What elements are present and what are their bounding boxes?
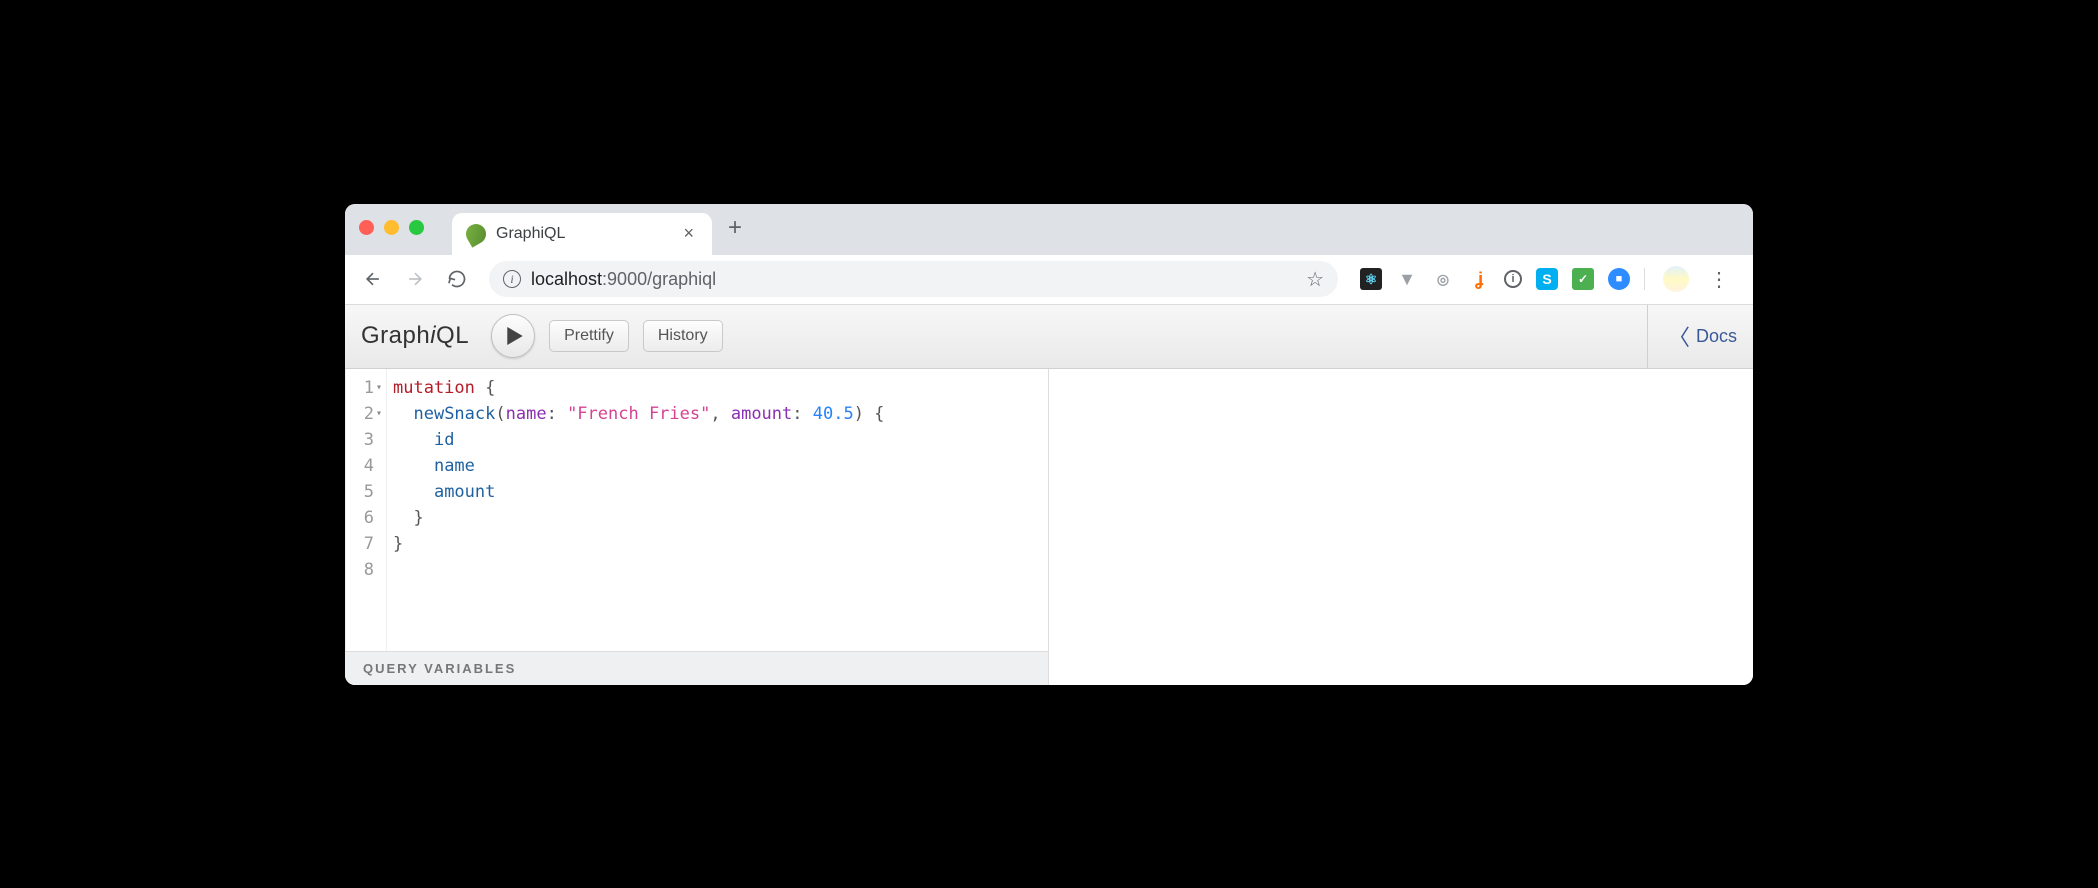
result-pane xyxy=(1049,369,1753,685)
line-number: 7 xyxy=(346,531,382,557)
info-extension-icon[interactable]: i xyxy=(1504,270,1522,288)
code-line: amount xyxy=(393,479,884,505)
graphiql-toolbar: GraphiQL Prettify History 〈 Docs xyxy=(345,305,1753,369)
code-line: mutation { xyxy=(393,375,884,401)
fold-icon[interactable]: ▾ xyxy=(376,375,382,401)
browser-menu-button[interactable]: ⋮ xyxy=(1703,267,1735,292)
browser-tab[interactable]: GraphiQL × xyxy=(452,213,712,255)
line-number: 5 xyxy=(346,479,382,505)
nav-back-button[interactable] xyxy=(357,263,389,295)
chevron-left-icon: 〈 xyxy=(1668,320,1690,352)
docs-toggle[interactable]: 〈 Docs xyxy=(1647,305,1737,368)
hook-icon[interactable]: ʝ xyxy=(1468,268,1490,290)
editor-split: 1▾2▾3 4 5 6 7 8 mutation { newSnack(name… xyxy=(345,369,1753,685)
code-line xyxy=(393,557,884,583)
extensions-tray: ⚛ ▼ ◎ ʝ i S ✓ ■ ⋮ xyxy=(1354,266,1741,292)
window-minimize-button[interactable] xyxy=(384,220,399,235)
traffic-lights xyxy=(359,220,424,235)
fold-icon[interactable]: ▾ xyxy=(376,401,382,427)
adguard-icon[interactable]: ✓ xyxy=(1572,268,1594,290)
skype-icon[interactable]: S xyxy=(1536,268,1558,290)
extension-icon[interactable]: ◎ xyxy=(1432,268,1454,290)
window-close-button[interactable] xyxy=(359,220,374,235)
line-number: 1▾ xyxy=(346,375,382,401)
line-number: 8 xyxy=(346,557,382,583)
window-zoom-button[interactable] xyxy=(409,220,424,235)
line-number: 2▾ xyxy=(346,401,382,427)
vue-devtools-icon[interactable]: ▼ xyxy=(1396,268,1418,290)
bookmark-star-icon[interactable]: ☆ xyxy=(1306,267,1324,292)
tab-title: GraphiQL xyxy=(496,225,669,243)
line-number: 3 xyxy=(346,427,382,453)
code-line: newSnack(name: "French Fries", amount: 4… xyxy=(393,401,884,427)
site-info-icon[interactable]: i xyxy=(503,270,521,288)
query-editor-pane: 1▾2▾3 4 5 6 7 8 mutation { newSnack(name… xyxy=(345,369,1049,685)
address-bar-row: i localhost:9000/graphiql ☆ ⚛ ▼ ◎ ʝ i S … xyxy=(345,255,1753,305)
nav-forward-button[interactable] xyxy=(399,263,431,295)
reload-icon xyxy=(447,269,467,289)
code-content[interactable]: mutation { newSnack(name: "French Fries"… xyxy=(387,369,892,651)
omnibox[interactable]: i localhost:9000/graphiql ☆ xyxy=(489,261,1338,297)
docs-label: Docs xyxy=(1696,326,1737,347)
separator xyxy=(1644,268,1645,290)
play-icon xyxy=(507,327,523,345)
url-display: localhost:9000/graphiql xyxy=(531,269,716,290)
close-icon[interactable]: × xyxy=(679,223,698,244)
zoom-icon[interactable]: ■ xyxy=(1608,268,1630,290)
graphiql-logo: GraphiQL xyxy=(361,322,469,350)
execute-button[interactable] xyxy=(491,314,535,358)
code-line: id xyxy=(393,427,884,453)
arrow-left-icon xyxy=(363,269,383,289)
line-gutter: 1▾2▾3 4 5 6 7 8 xyxy=(345,369,387,651)
code-line: name xyxy=(393,453,884,479)
prettify-button[interactable]: Prettify xyxy=(549,320,629,352)
line-number: 4 xyxy=(346,453,382,479)
nav-reload-button[interactable] xyxy=(441,263,473,295)
browser-window: GraphiQL × + i localhost:9000/graphiql ☆… xyxy=(345,204,1753,685)
arrow-right-icon xyxy=(405,269,425,289)
code-line: } xyxy=(393,531,884,557)
query-variables-header[interactable]: QUERY VARIABLES xyxy=(345,651,1048,685)
line-number: 6 xyxy=(346,505,382,531)
profile-avatar[interactable] xyxy=(1663,266,1689,292)
title-bar: GraphiQL × + xyxy=(345,204,1753,255)
query-editor[interactable]: 1▾2▾3 4 5 6 7 8 mutation { newSnack(name… xyxy=(345,369,1048,651)
history-button[interactable]: History xyxy=(643,320,723,352)
new-tab-button[interactable]: + xyxy=(712,214,758,242)
spring-leaf-icon xyxy=(462,220,489,247)
react-devtools-icon[interactable]: ⚛ xyxy=(1360,268,1382,290)
code-line: } xyxy=(393,505,884,531)
